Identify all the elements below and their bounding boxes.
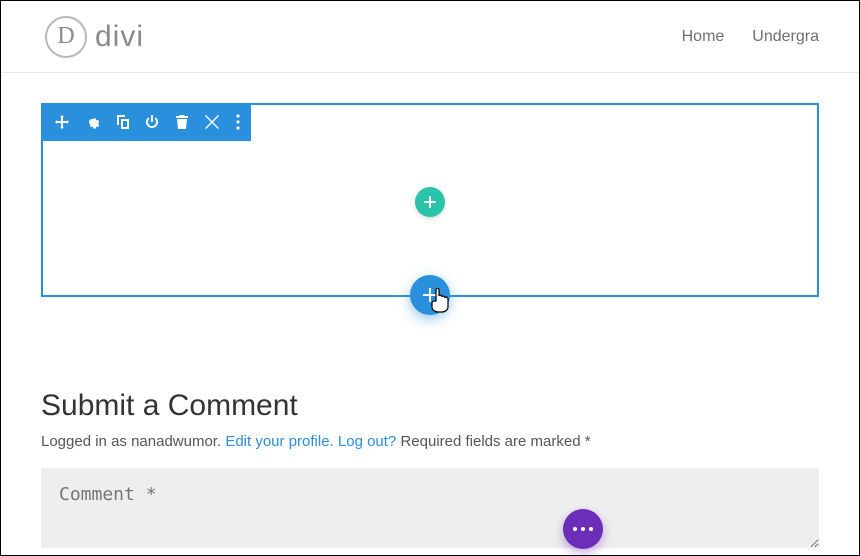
move-icon[interactable]	[55, 115, 69, 129]
comments-title: Submit a Comment	[41, 389, 819, 423]
dots-icon	[573, 527, 577, 531]
builder-fab[interactable]	[563, 509, 603, 549]
username: nanadwumor	[131, 433, 217, 450]
add-row-button[interactable]	[415, 187, 445, 217]
site-logo[interactable]: D divi	[45, 16, 144, 58]
more-icon[interactable]	[235, 114, 241, 130]
trash-icon[interactable]	[175, 115, 189, 129]
close-icon[interactable]	[205, 115, 219, 129]
site-header: D divi Home Undergra	[1, 1, 859, 73]
edit-profile-link[interactable]: Edit your profile	[225, 433, 329, 450]
nav-item-undergra[interactable]: Undergra	[752, 28, 819, 46]
section-toolbar	[41, 103, 251, 141]
logo-mark: D	[45, 16, 87, 58]
logout-link[interactable]: Log out?	[338, 433, 396, 450]
logo-text: divi	[95, 20, 144, 54]
builder-section[interactable]	[41, 103, 819, 297]
nav-item-home[interactable]: Home	[682, 28, 725, 46]
comments-meta: Logged in as nanadwumor. Edit your profi…	[41, 433, 819, 450]
gear-icon[interactable]	[85, 115, 99, 129]
primary-nav: Home Undergra	[682, 28, 819, 46]
comment-textarea[interactable]	[41, 468, 819, 548]
power-icon[interactable]	[145, 115, 159, 129]
add-section-button[interactable]	[410, 275, 450, 315]
comments-section: Submit a Comment Logged in as nanadwumor…	[41, 389, 819, 553]
duplicate-icon[interactable]	[115, 115, 129, 129]
